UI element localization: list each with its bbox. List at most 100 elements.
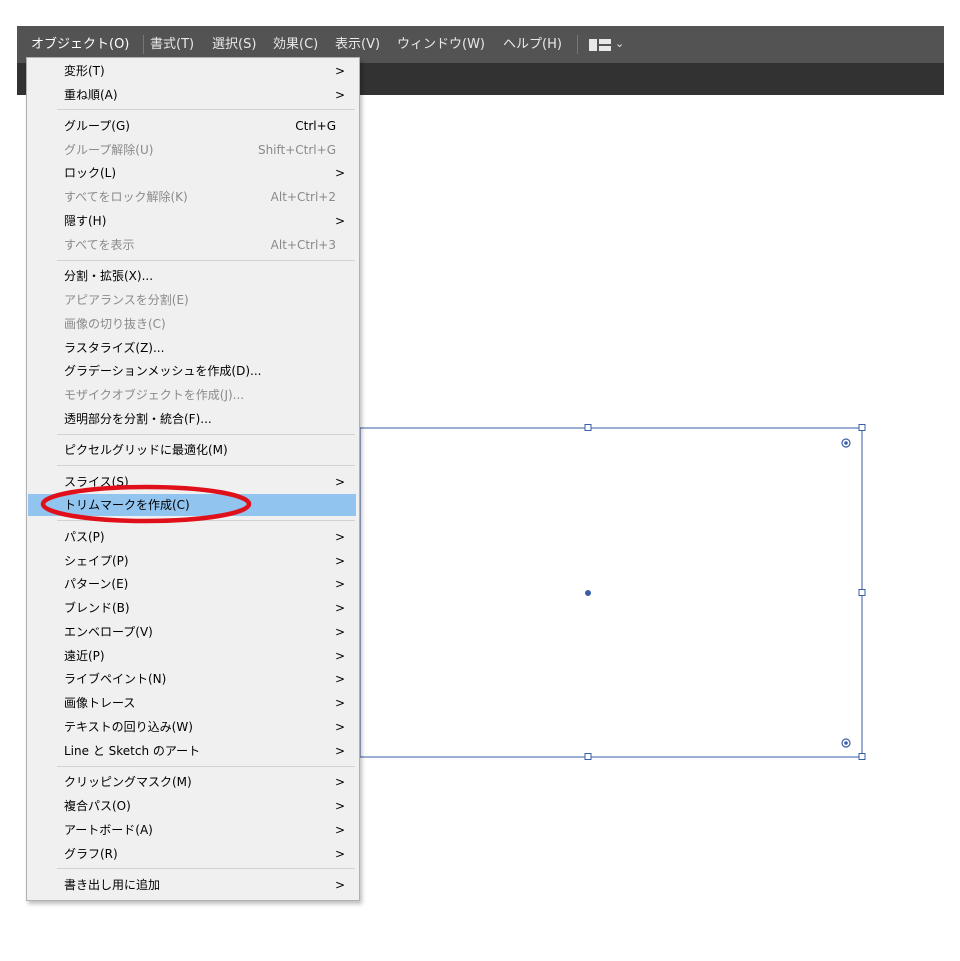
menu-item-group[interactable]: グループ(G) Ctrl+G xyxy=(28,115,356,137)
menu-item-show-all[interactable]: すべてを表示 Alt+Ctrl+3 xyxy=(28,234,356,256)
submenu-arrow-icon: > xyxy=(334,625,345,639)
menu-item-label: 変形(T) xyxy=(64,64,105,78)
menu-item-shortcut: Shift+Ctrl+G xyxy=(257,143,336,157)
menu-item-image-trace[interactable]: 画像トレース > xyxy=(28,692,356,714)
selected-rectangle[interactable] xyxy=(359,427,863,758)
menu-item-label: 重ね順(A) xyxy=(64,88,118,102)
submenu-arrow-icon: > xyxy=(334,744,345,758)
submenu-arrow-icon: > xyxy=(334,878,345,892)
menu-item-pixel-grid[interactable]: ピクセルグリッドに最適化(M) xyxy=(28,439,356,461)
submenu-arrow-icon: > xyxy=(334,720,345,734)
menu-item-ungroup[interactable]: グループ解除(U) Shift+Ctrl+G xyxy=(28,139,356,161)
menu-item-arrange[interactable]: 重ね順(A) > xyxy=(28,84,356,106)
menu-item-label: エンベロープ(V) xyxy=(64,625,153,639)
menu-item-label: 分割・拡張(X)... xyxy=(64,269,154,283)
menu-item-shape[interactable]: シェイプ(P) > xyxy=(28,550,356,572)
menu-item-rasterize[interactable]: ラスタライズ(Z)... xyxy=(28,337,356,359)
selection-handle[interactable] xyxy=(858,589,866,596)
menu-item-label: 隠す(H) xyxy=(64,214,107,228)
menu-item-label: ピクセルグリッドに最適化(M) xyxy=(64,443,228,457)
menu-item-label: すべてを表示 xyxy=(64,238,135,252)
object-dropdown-menu: 変形(T) > 重ね順(A) > グループ(G) Ctrl+G グループ解除(U) Sh… xyxy=(26,57,360,901)
menu-item-artboards[interactable]: アートボード(A) > xyxy=(28,819,356,841)
menu-item-crop-image[interactable]: 画像の切り抜き(C) xyxy=(28,313,356,335)
submenu-arrow-icon: > xyxy=(334,847,345,861)
menu-item-envelope[interactable]: エンベロープ(V) > xyxy=(28,621,356,643)
submenu-arrow-icon: > xyxy=(334,823,345,837)
menu-item-hide[interactable]: 隠す(H) > xyxy=(28,210,356,232)
menu-item-graph[interactable]: グラフ(R) > xyxy=(28,843,356,865)
menu-item-perspective[interactable]: 遠近(P) > xyxy=(28,645,356,667)
menu-item-unlock-all[interactable]: すべてをロック解除(K) Alt+Ctrl+2 xyxy=(28,186,356,208)
center-point xyxy=(585,590,591,596)
menu-item-label: ブレンド(B) xyxy=(64,601,130,615)
menu-item-label: 書き出し用に追加 xyxy=(64,878,161,892)
menu-item-label: グループ(G) xyxy=(64,119,130,133)
menu-item-text-wrap[interactable]: テキストの回り込み(W) > xyxy=(28,716,356,738)
menu-item-label: グラフ(R) xyxy=(64,847,118,861)
menu-item-label: テキストの回り込み(W) xyxy=(64,720,193,734)
menu-item-mosaic[interactable]: モザイクオブジェクトを作成(J)... xyxy=(28,384,356,406)
menu-item-pattern[interactable]: パターン(E) > xyxy=(28,573,356,595)
menu-item-label: グループ解除(U) xyxy=(64,143,154,157)
menu-item-label: 遠近(P) xyxy=(64,649,105,663)
menu-divider xyxy=(57,109,355,110)
menu-item-compound-path[interactable]: 複合パス(O) > xyxy=(28,795,356,817)
menu-item-label: パターン(E) xyxy=(64,577,129,591)
submenu-arrow-icon: > xyxy=(334,88,345,102)
menu-item-line-sketch-art[interactable]: Line と Sketch のアート > xyxy=(28,740,356,762)
submenu-arrow-icon: > xyxy=(334,775,345,789)
menu-item-label: ラスタライズ(Z)... xyxy=(64,341,165,355)
submenu-arrow-icon: > xyxy=(334,166,345,180)
menu-item-gradient-mesh[interactable]: グラデーションメッシュを作成(D)... xyxy=(28,360,356,382)
selection-handle[interactable] xyxy=(858,753,866,760)
menu-item-create-trim-marks[interactable]: トリムマークを作成(C) xyxy=(28,494,356,516)
menu-item-transform[interactable]: 変形(T) > xyxy=(28,60,356,82)
menu-item-slice[interactable]: スライス(S) > xyxy=(28,471,356,493)
menu-item-label: グラデーションメッシュを作成(D)... xyxy=(64,364,262,378)
submenu-arrow-icon: > xyxy=(334,601,345,615)
submenu-arrow-icon: > xyxy=(334,799,345,813)
menu-item-label: パス(P) xyxy=(64,530,105,544)
menu-item-shortcut: Alt+Ctrl+3 xyxy=(270,238,336,252)
menu-divider xyxy=(57,766,355,767)
menu-item-label: 複合パス(O) xyxy=(64,799,131,813)
selection-handle[interactable] xyxy=(584,424,592,431)
submenu-arrow-icon: > xyxy=(334,577,345,591)
submenu-arrow-icon: > xyxy=(334,475,345,489)
menu-item-label: Line と Sketch のアート xyxy=(64,744,201,758)
menu-item-label: トリムマークを作成(C) xyxy=(64,498,190,512)
menu-item-shortcut: Alt+Ctrl+2 xyxy=(270,190,336,204)
menu-divider xyxy=(57,868,355,869)
menu-item-live-paint[interactable]: ライブペイント(N) > xyxy=(28,668,356,690)
selection-handle[interactable] xyxy=(584,753,592,760)
submenu-arrow-icon: > xyxy=(334,696,345,710)
submenu-arrow-icon: > xyxy=(334,64,345,78)
menu-item-label: ロック(L) xyxy=(64,166,117,180)
menu-divider xyxy=(57,520,355,521)
corner-widget-dot xyxy=(844,441,848,445)
menu-item-label: 画像トレース xyxy=(64,696,136,710)
menu-item-expand-appearance[interactable]: アピアランスを分割(E) xyxy=(28,289,356,311)
corner-widget-dot xyxy=(844,741,848,745)
menu-item-shortcut: Ctrl+G xyxy=(295,119,336,133)
menu-item-label: アートボード(A) xyxy=(64,823,153,837)
menu-item-label: アピアランスを分割(E) xyxy=(64,293,189,307)
menu-item-clipping-mask[interactable]: クリッピングマスク(M) > xyxy=(28,771,356,793)
menu-divider xyxy=(57,260,355,261)
menu-item-add-to-export[interactable]: 書き出し用に追加 > xyxy=(28,874,356,896)
menu-divider xyxy=(57,465,355,466)
selection-handle[interactable] xyxy=(858,424,866,431)
submenu-arrow-icon: > xyxy=(334,649,345,663)
submenu-arrow-icon: > xyxy=(334,214,345,228)
menu-item-expand[interactable]: 分割・拡張(X)... xyxy=(28,265,356,287)
submenu-arrow-icon: > xyxy=(334,530,345,544)
menu-item-label: モザイクオブジェクトを作成(J)... xyxy=(64,388,245,402)
menu-item-path[interactable]: パス(P) > xyxy=(28,526,356,548)
menu-item-label: クリッピングマスク(M) xyxy=(64,775,192,789)
menu-item-lock[interactable]: ロック(L) > xyxy=(28,162,356,184)
menu-item-blend[interactable]: ブレンド(B) > xyxy=(28,597,356,619)
menu-item-label: 画像の切り抜き(C) xyxy=(64,317,166,331)
menu-item-flatten-transparency[interactable]: 透明部分を分割・統合(F)... xyxy=(28,408,356,430)
menu-item-label: ライブペイント(N) xyxy=(64,672,167,686)
